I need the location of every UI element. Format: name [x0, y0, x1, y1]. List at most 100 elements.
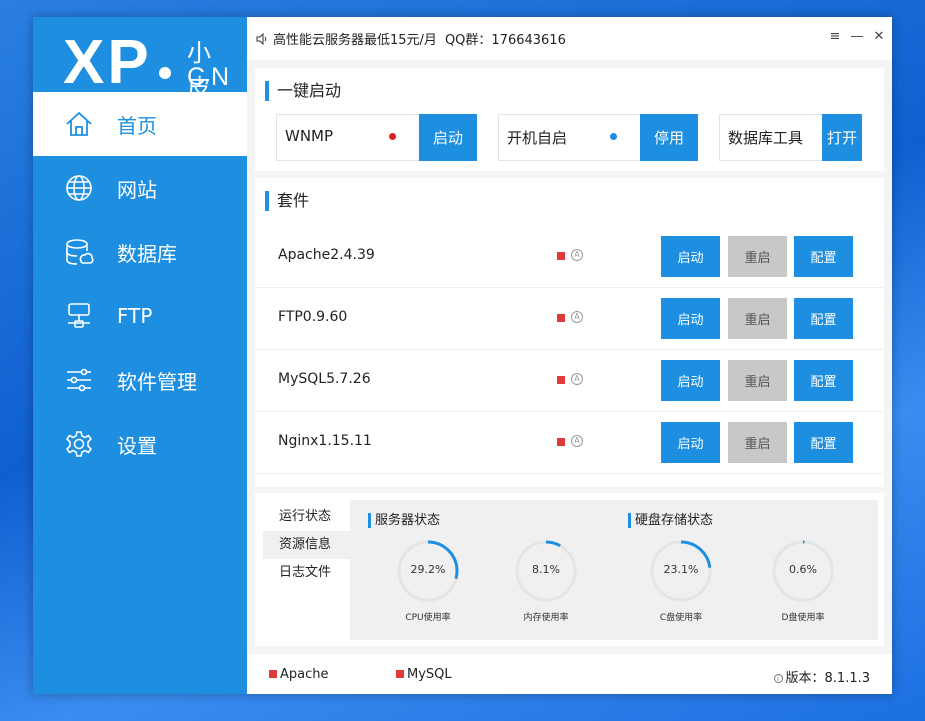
sidebar-item-label: 软件管理: [117, 369, 197, 394]
c-drive-usage-value: 23.1%: [663, 563, 699, 576]
version-info: i 版本：8.1.1.3: [773, 667, 870, 686]
dbtool-open-button[interactable]: 打开: [822, 114, 862, 161]
wnmp-box: WNMP 启动: [276, 114, 477, 161]
auto-start-icon[interactable]: A: [571, 311, 583, 323]
restart-button[interactable]: 重启: [728, 298, 787, 339]
tab-resource-info[interactable]: 资源信息: [263, 531, 353, 559]
version-number: 8.1.1.3: [824, 671, 870, 686]
status-tabs: 运行状态 资源信息 日志文件: [263, 503, 353, 587]
tab-log-files[interactable]: 日志文件: [263, 559, 353, 587]
config-button[interactable]: 配置: [794, 422, 853, 463]
sidebar-item-home[interactable]: 首页: [33, 92, 247, 156]
footer-apache-status: Apache: [269, 667, 329, 682]
footer-service-label: MySQL: [407, 667, 452, 682]
suite-row-ftp: FTP0.9.60 A 启动 重启 配置: [255, 288, 884, 350]
cpu-usage-value: 29.2%: [410, 563, 446, 576]
footer-service-label: Apache: [280, 667, 329, 682]
suite-title: 套件: [265, 191, 309, 211]
menu-icon[interactable]: ≡: [828, 29, 842, 47]
start-button[interactable]: 启动: [661, 360, 720, 401]
status-panel: 运行状态 资源信息 日志文件 服务器状态 硬盘存储状态 29.2% CPU使用率…: [255, 493, 884, 646]
auto-start-icon[interactable]: A: [571, 249, 583, 261]
wnmp-label: WNMP: [285, 127, 334, 145]
stopped-indicator: [396, 670, 404, 678]
stopped-indicator: [557, 252, 565, 260]
start-button[interactable]: 启动: [661, 236, 720, 277]
autostart-status-dot: [610, 133, 617, 140]
version-label: 版本：: [785, 671, 825, 686]
d-drive-usage-label: D盘使用率: [781, 613, 825, 623]
sidebar-item-software[interactable]: 软件管理: [33, 348, 247, 412]
config-button[interactable]: 配置: [794, 360, 853, 401]
wnmp-status-dot: [389, 133, 396, 140]
start-button[interactable]: 启动: [661, 422, 720, 463]
app-window: XP 小皮 CN 首页 网站 数据库 FTP 软件管理 设置 高性能云服务器最低…: [33, 17, 892, 694]
sidebar-item-label: 设置: [117, 433, 157, 458]
suite-row-apache: Apache2.4.39 A 启动 重启 配置: [255, 226, 884, 288]
sidebar-item-settings[interactable]: 设置: [33, 412, 247, 476]
d-drive-gauge: 0.6%: [771, 539, 835, 603]
service-name: Nginx1.15.11: [278, 433, 372, 449]
restart-button[interactable]: 重启: [728, 360, 787, 401]
suite-panel: 套件 Apache2.4.39 A 启动 重启 配置 FTP0.9.60 A 启…: [255, 178, 884, 487]
stopped-indicator: [557, 314, 565, 322]
autostart-label: 开机自启: [507, 129, 568, 147]
start-button[interactable]: 启动: [661, 298, 720, 339]
auto-start-icon[interactable]: A: [571, 435, 583, 447]
resource-info-area: 服务器状态 硬盘存储状态 29.2% CPU使用率 8.1% 内存使用率 23.…: [350, 500, 878, 640]
sidebar-item-label: FTP: [117, 304, 153, 328]
stopped-indicator: [557, 376, 565, 384]
promo-notice[interactable]: 高性能云服务器最低15元/月: [273, 29, 437, 48]
info-icon: i: [773, 674, 783, 683]
sidebar-item-label: 网站: [117, 177, 157, 202]
sidebar-item-ftp[interactable]: FTP: [33, 284, 247, 348]
tab-running-status[interactable]: 运行状态: [263, 503, 353, 531]
restart-button[interactable]: 重启: [728, 422, 787, 463]
suite-row-nginx: Nginx1.15.11 A 启动 重启 配置: [255, 412, 884, 474]
ftp-icon: [63, 300, 95, 332]
dbtool-box: 数据库工具 打开: [719, 114, 862, 161]
config-button[interactable]: 配置: [794, 298, 853, 339]
globe-icon: [63, 172, 95, 204]
qq-group: QQ群：176643616: [444, 33, 566, 48]
logo-cn-bottom: CN: [187, 63, 236, 91]
service-name: MySQL5.7.26: [278, 371, 371, 387]
d-drive-usage-value: 0.6%: [789, 563, 817, 576]
gear-icon: [63, 428, 95, 460]
sidebar-item-database[interactable]: 数据库: [33, 220, 247, 284]
restart-button[interactable]: 重启: [728, 236, 787, 277]
stopped-indicator: [269, 670, 277, 678]
disk-status-title: 硬盘存储状态: [628, 513, 713, 528]
sidebar: XP 小皮 CN 首页 网站 数据库 FTP 软件管理 设置: [33, 17, 247, 694]
stopped-indicator: [557, 438, 565, 446]
minimize-icon[interactable]: —: [850, 29, 864, 47]
logo-xp: XP: [63, 28, 152, 97]
autostart-disable-button[interactable]: 停用: [640, 114, 698, 161]
service-name: FTP0.9.60: [278, 309, 348, 325]
sidebar-nav: 首页 网站 数据库 FTP 软件管理 设置: [33, 92, 247, 476]
database-icon: [63, 236, 95, 268]
c-drive-usage-label: C盘使用率: [659, 613, 703, 623]
window-controls: ≡ — ✕: [828, 29, 886, 47]
config-button[interactable]: 配置: [794, 236, 853, 277]
status-footer: Apache MySQL i 版本：8.1.1.3: [247, 654, 892, 694]
close-icon[interactable]: ✕: [872, 29, 886, 47]
quickstart-panel: 一键启动 WNMP 启动 开机自启 停用 数据库工具 打开: [255, 68, 884, 171]
server-status-title: 服务器状态: [368, 513, 440, 528]
autostart-box: 开机自启 停用: [498, 114, 698, 161]
service-name: Apache2.4.39: [278, 247, 375, 263]
suite-row-mysql: MySQL5.7.26 A 启动 重启 配置: [255, 350, 884, 412]
memory-usage-value: 8.1%: [532, 563, 560, 576]
speaker-icon: [256, 32, 267, 45]
sidebar-item-label: 首页: [117, 113, 157, 138]
wnmp-start-button[interactable]: 启动: [419, 114, 477, 161]
quickstart-title: 一键启动: [265, 81, 341, 101]
sidebar-item-label: 数据库: [117, 241, 177, 266]
dbtool-label: 数据库工具: [728, 129, 804, 147]
logo-dot: [159, 67, 171, 79]
logo: XP 小皮 CN: [63, 25, 229, 102]
sidebar-item-website[interactable]: 网站: [33, 156, 247, 220]
cpu-usage-label: CPU使用率: [405, 613, 451, 623]
auto-start-icon[interactable]: A: [571, 373, 583, 385]
home-icon: [63, 108, 95, 140]
